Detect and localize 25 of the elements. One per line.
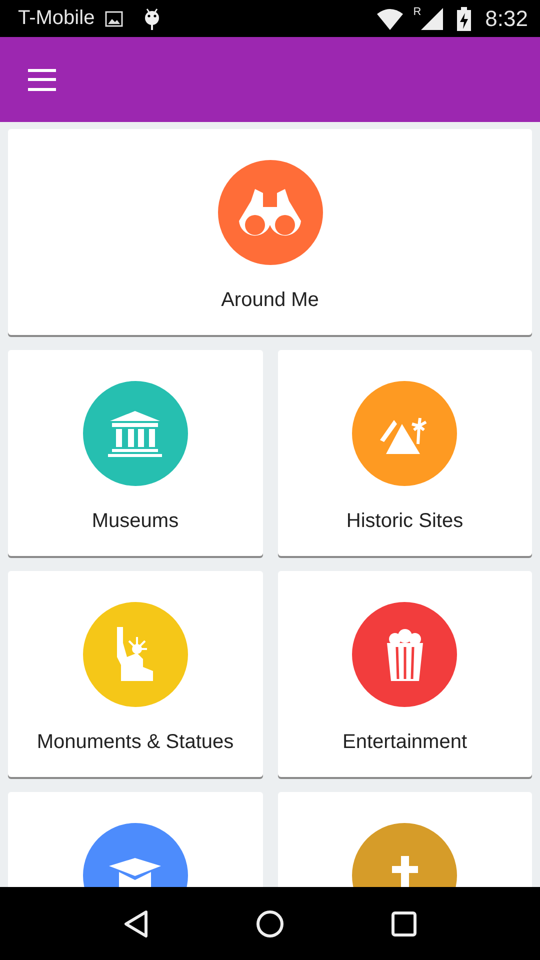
category-label: Around Me (221, 289, 319, 312)
signal-icon (421, 8, 444, 30)
carrier-name: T-Mobile (18, 7, 95, 30)
roaming-indicator: R (413, 6, 422, 18)
home-button[interactable] (256, 910, 284, 938)
menu-button[interactable] (28, 68, 56, 90)
category-label: Historic Sites (346, 510, 464, 533)
android-icon (142, 6, 161, 30)
category-card[interactable]: Museums (8, 350, 262, 556)
category-label: Museums (92, 510, 179, 533)
popcorn-icon (384, 628, 425, 680)
category-card[interactable]: Historic Sites (278, 350, 532, 556)
category-label: Monuments & Statues (36, 731, 234, 754)
graduation-cap-icon (109, 858, 162, 887)
clock-time: 8:32 (485, 6, 528, 32)
back-button[interactable] (123, 910, 150, 938)
category-card[interactable]: Around Me (8, 129, 532, 335)
wifi-icon (377, 8, 404, 30)
category-card[interactable]: Entertainment (278, 571, 532, 777)
museum-icon (108, 410, 162, 456)
battery-icon (457, 6, 472, 30)
recent-apps-button[interactable] (390, 910, 417, 936)
category-card[interactable]: Monuments & Statues (8, 571, 262, 777)
category-label: Entertainment (342, 731, 467, 754)
image-icon (104, 10, 123, 26)
